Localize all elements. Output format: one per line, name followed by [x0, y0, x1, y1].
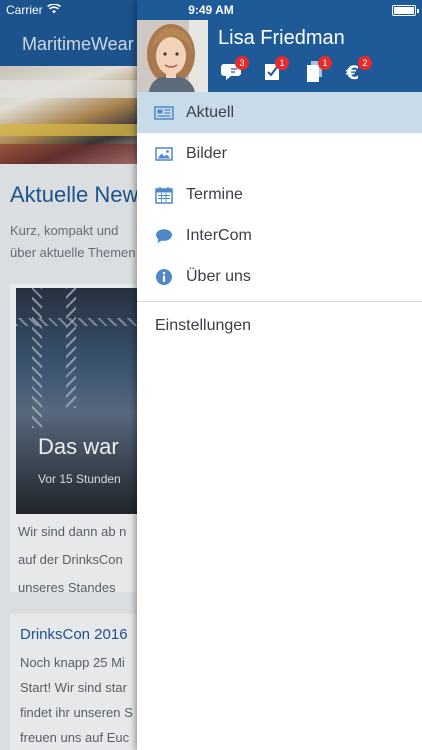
- chat-icon: [154, 226, 174, 246]
- side-drawer: Lisa Friedman 3 1 1 € 2 Aktuell Bilder T…: [137, 0, 422, 750]
- euro-badge: 2: [358, 56, 372, 70]
- chat-bubbles-icon[interactable]: 3: [221, 56, 249, 84]
- menu-item-ueber-uns[interactable]: Über uns: [137, 256, 422, 297]
- menu-label: InterCom: [186, 226, 252, 244]
- info-icon: [154, 267, 174, 287]
- euro-icon[interactable]: € 2: [344, 56, 372, 84]
- menu-item-bilder[interactable]: Bilder: [137, 133, 422, 174]
- battery-icon: [392, 5, 419, 16]
- newspaper-icon: [154, 103, 174, 123]
- documents-badge: 1: [318, 56, 332, 70]
- menu-label: Aktuell: [186, 103, 235, 121]
- avatar[interactable]: [137, 20, 208, 92]
- menu-item-aktuell[interactable]: Aktuell: [137, 92, 422, 133]
- tasks-badge: 1: [275, 56, 289, 70]
- menu-item-intercom[interactable]: InterCom: [137, 215, 422, 256]
- tasks-icon[interactable]: 1: [261, 56, 289, 84]
- svg-text:€: €: [345, 62, 359, 84]
- menu-label: Über uns: [186, 267, 251, 285]
- calendar-icon: [154, 185, 174, 205]
- status-bar: Carrier 9:49 AM: [0, 0, 422, 20]
- menu-label: Bilder: [186, 144, 227, 162]
- dim-overlay[interactable]: [0, 0, 137, 750]
- drawer-menu: Aktuell Bilder Termine InterCom Über uns…: [137, 92, 422, 350]
- documents-icon[interactable]: 1: [304, 56, 332, 84]
- chat-badge: 3: [235, 56, 249, 70]
- clock: 9:49 AM: [188, 3, 234, 17]
- settings-item[interactable]: Einstellungen: [137, 302, 422, 350]
- menu-label: Termine: [186, 185, 243, 203]
- image-icon: [154, 144, 174, 164]
- menu-item-termine[interactable]: Termine: [137, 174, 422, 215]
- user-name: Lisa Friedman: [218, 27, 345, 49]
